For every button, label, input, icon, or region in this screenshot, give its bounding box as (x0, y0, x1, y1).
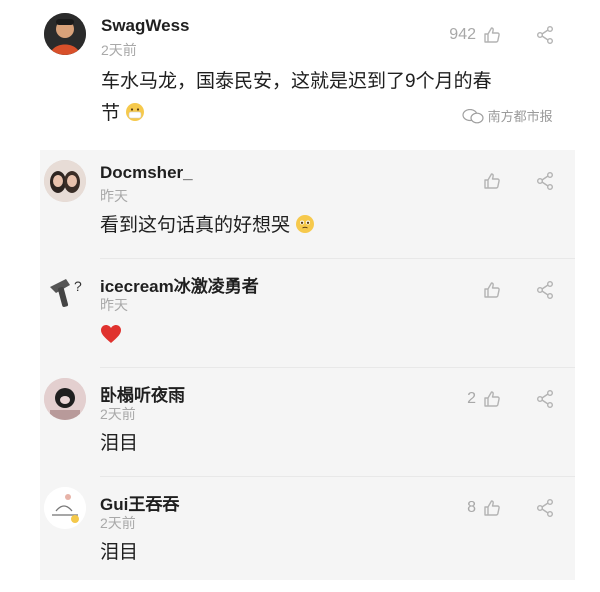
reply-username[interactable]: icecream冰激凌勇者 (100, 272, 259, 297)
reply-text: 泪目 (100, 542, 139, 563)
avatar[interactable] (44, 487, 86, 529)
reply-text-value: 看到这句话真的好想哭 (100, 215, 291, 236)
comment-text-line2: 节 (101, 103, 121, 124)
replies-panel: Docmsher_ 昨天 看到这句话真的好想哭 ? icecream冰激凌勇者 … (40, 150, 575, 580)
comment-text: 车水马龙，国泰民安，这就是迟到了9个月的春 节 (101, 66, 492, 130)
share-icon[interactable] (535, 280, 555, 300)
main-comment: SwagWess 2天前 942 车水马龙，国泰民安，这就是迟到了9个月的春 节… (0, 0, 600, 150)
reply-time: 2天前 (100, 406, 136, 422)
comment-time: 2天前 (101, 42, 137, 58)
reply-item: Docmsher_ 昨天 看到这句话真的好想哭 (40, 150, 575, 259)
reply-time: 2天前 (100, 515, 136, 531)
share-icon[interactable] (535, 25, 555, 45)
reply-item: 卧榻听夜雨 2天前 2 泪目 (40, 368, 575, 477)
share-icon[interactable] (535, 389, 555, 409)
heart-icon (100, 324, 122, 344)
share-icon[interactable] (535, 498, 555, 518)
comment-username[interactable]: SwagWess (101, 16, 190, 36)
svg-text:?: ? (74, 278, 82, 294)
reply-text: 泪目 (100, 433, 139, 454)
mask-face-emoji-icon (125, 101, 145, 121)
reply-time: 昨天 (100, 297, 128, 313)
thumbs-up-icon[interactable] (482, 389, 502, 409)
like-count: 942 (449, 26, 476, 43)
thumbs-up-icon[interactable] (482, 25, 502, 45)
reply-item: ? icecream冰激凌勇者 昨天 (40, 259, 575, 368)
avatar[interactable] (44, 13, 86, 55)
thumbs-up-icon[interactable] (482, 280, 502, 300)
reply-text: 看到这句话真的好想哭 (100, 210, 315, 242)
like-count: 8 (467, 499, 476, 516)
thumbs-up-icon[interactable] (482, 171, 502, 191)
reply-item: Gui王吞吞 2天前 8 泪目 (40, 477, 575, 586)
like-count: 2 (467, 390, 476, 407)
watermark: 南方都市报 (462, 106, 553, 125)
reply-username[interactable]: 卧榻听夜雨 (100, 381, 185, 406)
pleading-face-emoji-icon (295, 213, 315, 233)
share-icon[interactable] (535, 171, 555, 191)
avatar[interactable] (44, 160, 86, 202)
avatar[interactable] (44, 378, 86, 420)
wechat-icon (462, 108, 484, 124)
reply-username[interactable]: Docmsher_ (100, 163, 193, 183)
watermark-text: 南方都市报 (487, 109, 553, 124)
thumbs-up-icon[interactable] (482, 498, 502, 518)
reply-time: 昨天 (100, 188, 128, 204)
avatar[interactable]: ? (44, 271, 86, 313)
comment-text-line1: 车水马龙，国泰民安，这就是迟到了9个月的春 (101, 71, 492, 92)
reply-username[interactable]: Gui王吞吞 (100, 490, 179, 515)
